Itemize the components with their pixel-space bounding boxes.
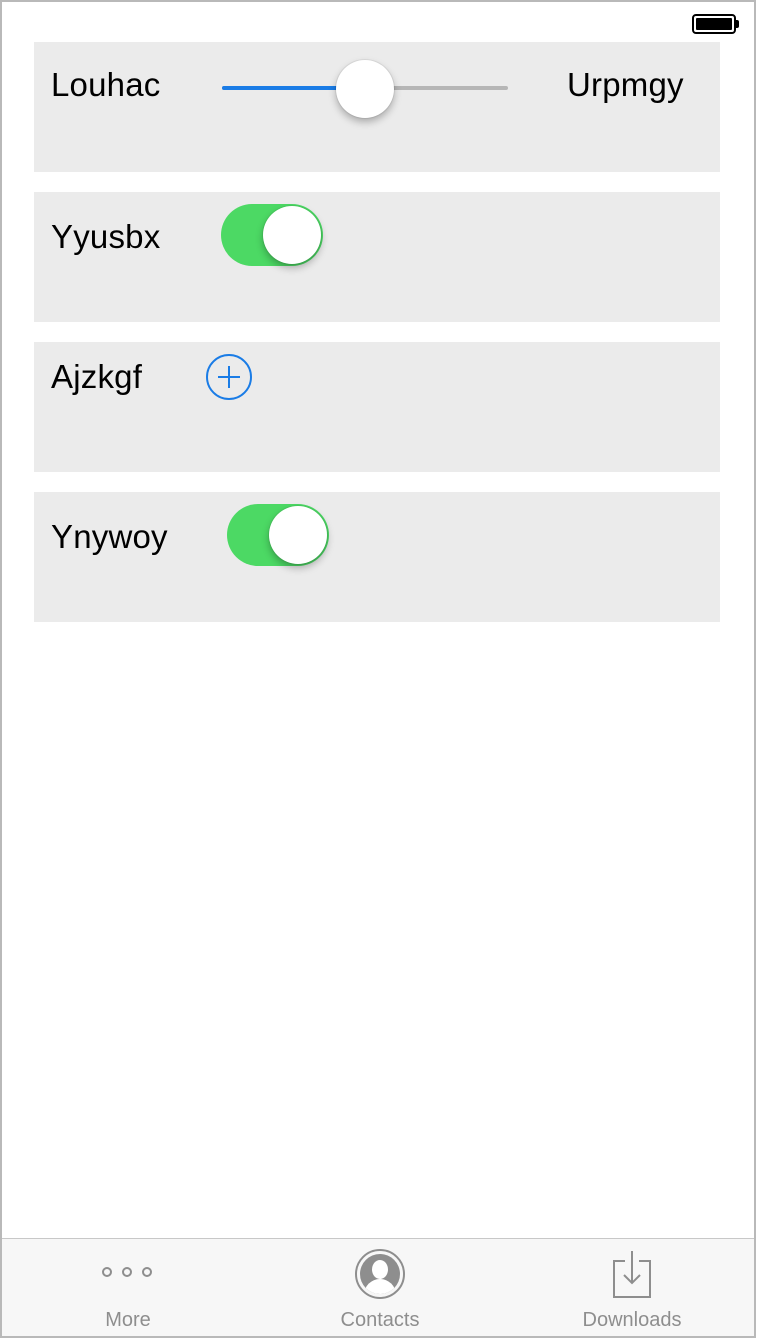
contact-icon [355,1249,405,1299]
row-ynywoy: Ynywoy [34,492,720,622]
row-louhac: Louhac Urpmgy [34,42,720,172]
tab-downloads[interactable]: Downloads [506,1239,754,1336]
toggle-knob [263,206,321,264]
yyusbx-toggle[interactable] [221,204,323,266]
louhac-slider[interactable] [222,60,508,118]
tab-label: Contacts [340,1309,420,1331]
slider-max-label: Urpmgy [567,66,684,103]
tab-label: More [105,1309,151,1331]
row-label: Ynywoy [51,518,168,555]
tab-more[interactable]: More [2,1239,254,1336]
toggle-knob [269,506,327,564]
row-label: Yyusbx [51,218,161,255]
more-dots-icon [102,1265,154,1279]
tab-bar: More Contacts Downloads [2,1238,754,1336]
tab-contacts[interactable]: Contacts [254,1239,506,1336]
add-button[interactable] [206,354,252,400]
tab-label: Downloads [582,1309,682,1331]
download-icon [612,1249,652,1299]
ynywoy-toggle[interactable] [227,504,329,566]
battery-icon [692,14,739,34]
slider-thumb[interactable] [336,60,394,118]
row-label: Louhac [51,66,161,103]
row-yyusbx: Yyusbx [34,192,720,322]
phone-screen: Louhac Urpmgy Yyusbx Ajzkgf Ynywoy More … [0,0,756,1338]
row-ajzkgf: Ajzkgf [34,342,720,472]
row-label: Ajzkgf [51,358,143,395]
